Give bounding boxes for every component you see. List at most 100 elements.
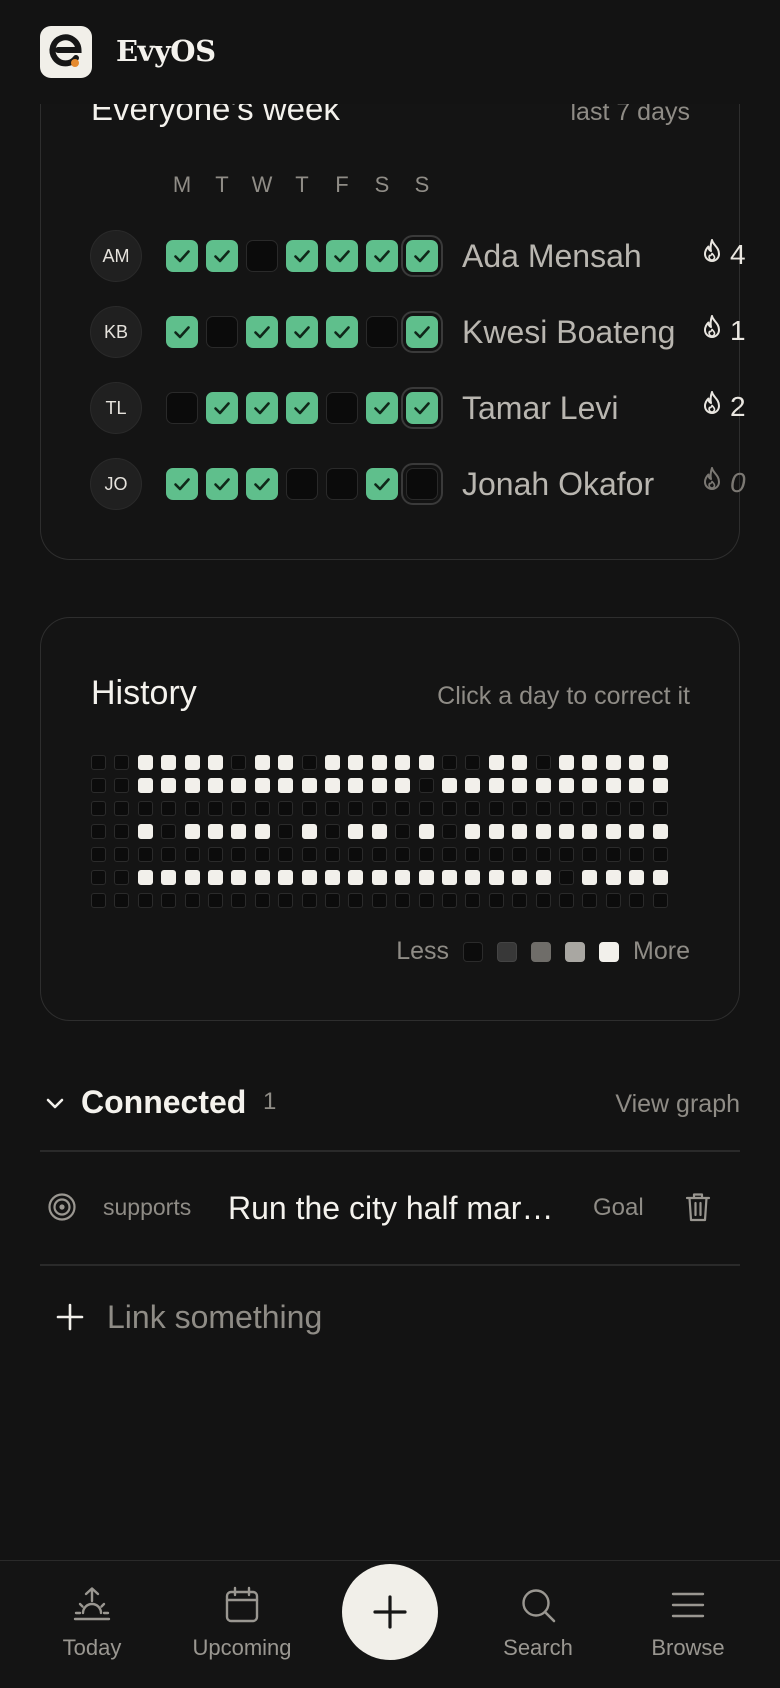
history-day-cell[interactable] <box>465 778 481 793</box>
history-day-cell[interactable] <box>442 755 457 770</box>
history-day-cell[interactable] <box>161 801 177 816</box>
history-day-cell[interactable] <box>465 801 481 816</box>
history-day-cell[interactable] <box>208 778 223 793</box>
link-something-button[interactable]: Link something <box>55 1292 322 1342</box>
history-day-cell[interactable] <box>325 755 340 770</box>
history-day-cell[interactable] <box>114 801 130 816</box>
history-day-cell[interactable] <box>161 847 177 862</box>
history-day-cell[interactable] <box>465 870 481 885</box>
history-day-cell[interactable] <box>208 801 223 816</box>
history-day-cell[interactable] <box>465 893 481 908</box>
history-day-cell[interactable] <box>418 778 434 793</box>
nav-upcoming[interactable]: Upcoming <box>172 1585 312 1661</box>
history-day-cell[interactable] <box>254 801 270 816</box>
history-day-cell[interactable] <box>488 847 504 862</box>
history-day-cell[interactable] <box>652 801 668 816</box>
habit-checkbox[interactable] <box>406 316 438 348</box>
history-day-cell[interactable] <box>161 870 177 885</box>
history-day-cell[interactable] <box>559 778 574 793</box>
history-day-cell[interactable] <box>371 778 387 793</box>
history-day-cell[interactable] <box>278 847 294 862</box>
add-button[interactable] <box>342 1564 438 1660</box>
history-day-cell[interactable] <box>418 801 434 816</box>
history-day-cell[interactable] <box>114 870 130 885</box>
history-day-cell[interactable] <box>465 755 481 770</box>
history-day-cell[interactable] <box>114 893 130 908</box>
habit-checkbox[interactable] <box>166 468 198 500</box>
history-day-cell[interactable] <box>652 778 668 793</box>
history-day-cell[interactable] <box>137 824 153 839</box>
history-day-cell[interactable] <box>137 847 153 862</box>
history-day-cell[interactable] <box>231 847 247 862</box>
history-day-cell[interactable] <box>418 893 434 908</box>
history-day-cell[interactable] <box>395 801 411 816</box>
history-day-cell[interactable] <box>161 893 177 908</box>
history-day-cell[interactable] <box>442 893 457 908</box>
history-day-cell[interactable] <box>137 801 153 816</box>
history-day-cell[interactable] <box>348 801 364 816</box>
history-day-cell[interactable] <box>488 778 504 793</box>
history-day-cell[interactable] <box>605 847 621 862</box>
history-day-cell[interactable] <box>184 801 200 816</box>
history-day-cell[interactable] <box>442 778 457 793</box>
history-day-cell[interactable] <box>91 870 106 885</box>
history-day-cell[interactable] <box>325 778 340 793</box>
history-day-cell[interactable] <box>582 893 598 908</box>
avatar[interactable]: KB <box>90 306 142 358</box>
history-day-cell[interactable] <box>652 755 668 770</box>
history-day-cell[interactable] <box>184 893 200 908</box>
history-day-cell[interactable] <box>254 870 270 885</box>
history-day-cell[interactable] <box>231 778 247 793</box>
history-day-cell[interactable] <box>348 893 364 908</box>
history-day-cell[interactable] <box>605 778 621 793</box>
history-day-cell[interactable] <box>442 801 457 816</box>
habit-checkbox[interactable] <box>246 240 278 272</box>
habit-checkbox[interactable] <box>366 240 398 272</box>
habit-checkbox[interactable] <box>366 392 398 424</box>
history-day-cell[interactable] <box>629 755 645 770</box>
history-day-cell[interactable] <box>114 778 130 793</box>
history-day-cell[interactable] <box>629 847 645 862</box>
history-day-cell[interactable] <box>559 847 574 862</box>
history-day-cell[interactable] <box>254 824 270 839</box>
history-day-cell[interactable] <box>91 755 106 770</box>
history-day-cell[interactable] <box>371 893 387 908</box>
history-day-cell[interactable] <box>325 824 340 839</box>
history-day-cell[interactable] <box>582 778 598 793</box>
history-day-cell[interactable] <box>512 893 528 908</box>
habit-checkbox[interactable] <box>406 468 438 500</box>
history-day-cell[interactable] <box>301 847 317 862</box>
history-day-cell[interactable] <box>137 870 153 885</box>
habit-checkbox[interactable] <box>166 240 198 272</box>
history-day-cell[interactable] <box>254 755 270 770</box>
habit-checkbox[interactable] <box>206 316 238 348</box>
history-day-cell[interactable] <box>254 778 270 793</box>
history-day-cell[interactable] <box>278 755 294 770</box>
history-day-cell[interactable] <box>137 755 153 770</box>
history-day-cell[interactable] <box>629 870 645 885</box>
nav-today[interactable]: Today <box>22 1585 162 1661</box>
chevron-down-icon[interactable] <box>44 1092 66 1114</box>
history-day-cell[interactable] <box>605 824 621 839</box>
habit-checkbox[interactable] <box>286 316 318 348</box>
history-day-cell[interactable] <box>184 824 200 839</box>
history-day-cell[interactable] <box>231 870 247 885</box>
history-day-cell[interactable] <box>114 847 130 862</box>
history-day-cell[interactable] <box>348 847 364 862</box>
nav-search[interactable]: Search <box>468 1585 608 1661</box>
history-day-cell[interactable] <box>535 801 551 816</box>
history-day-cell[interactable] <box>161 755 177 770</box>
history-day-cell[interactable] <box>278 870 294 885</box>
history-day-cell[interactable] <box>442 870 457 885</box>
history-day-cell[interactable] <box>231 801 247 816</box>
history-day-cell[interactable] <box>652 847 668 862</box>
history-day-cell[interactable] <box>91 778 106 793</box>
connected-item[interactable]: supports Run the city half marathon Goal <box>40 1152 740 1264</box>
linked-item-title[interactable]: Run the city half marathon <box>228 1190 558 1227</box>
history-day-cell[interactable] <box>512 824 528 839</box>
history-day-cell[interactable] <box>301 870 317 885</box>
trash-icon[interactable] <box>683 1190 713 1224</box>
history-day-cell[interactable] <box>254 847 270 862</box>
history-day-cell[interactable] <box>278 778 294 793</box>
history-day-cell[interactable] <box>278 801 294 816</box>
